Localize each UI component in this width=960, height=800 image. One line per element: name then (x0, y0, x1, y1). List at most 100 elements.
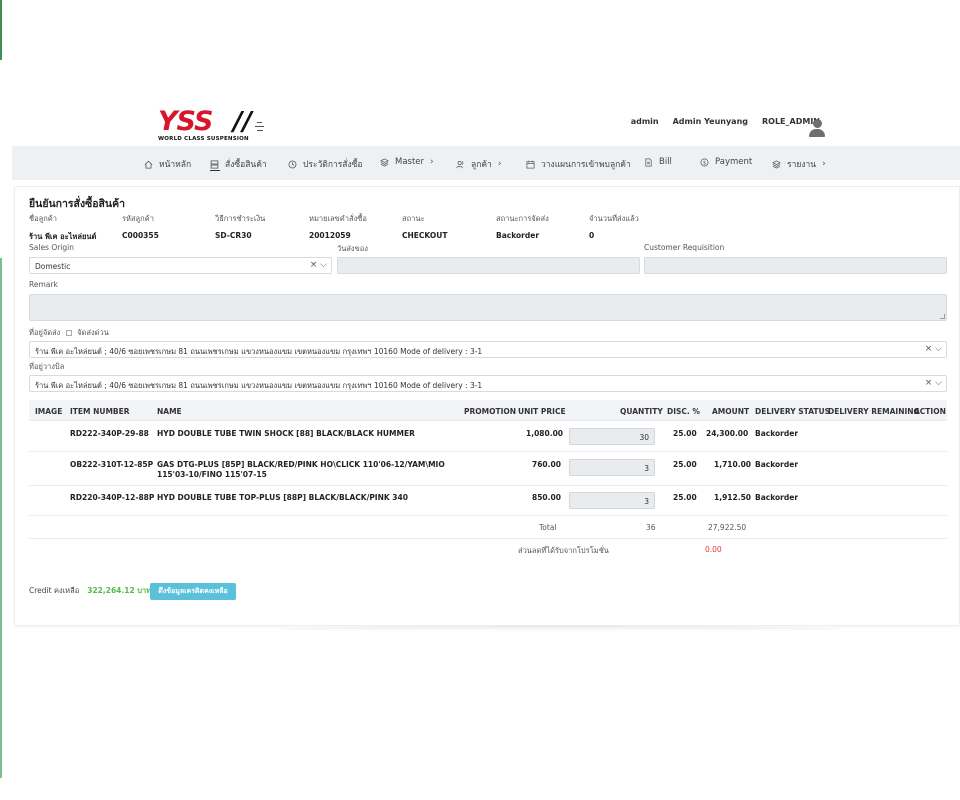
chevron-right-icon: › (430, 157, 434, 167)
sales-origin-label: Sales Origin (29, 243, 75, 252)
clear-and-chevron-down-icon[interactable]: × ⌵ (925, 378, 942, 388)
nav-item-home[interactable]: หน้าหลัก (144, 157, 191, 171)
nav-item-payment[interactable]: $ Payment (700, 157, 752, 167)
info-label: หมายเลขคำสั่งซื้อ (309, 214, 367, 223)
delivery-date-label: วันส่งของ (337, 244, 368, 253)
info-customer-name: ชื่อลูกค้า ร้าน พีเค อะไหล่ยนต์ (29, 213, 96, 243)
nav-label: หน้าหลัก (159, 160, 192, 170)
quantity-input[interactable]: 3 (569, 459, 655, 476)
yss-logo[interactable]: YSS // WORLD CLASS SUSPENSION (158, 107, 254, 144)
clock-icon (288, 160, 297, 168)
col-header-delivery-remaining: DELIVERY REMAINING (828, 407, 920, 416)
credit-remaining: Credit คงเหลือ 322,264.12 บาท (29, 585, 151, 597)
col-header-delivery-status: DELIVERY STATUS (755, 407, 831, 416)
remark-label: Remark (29, 280, 58, 289)
item-name: HYD DOUBLE TUBE TOP-PLUS [88P] BLACK/BLA… (157, 493, 408, 502)
nav-label: ประวัติการสั่งซื้อ (303, 160, 363, 170)
info-label: สถานะ (402, 214, 425, 223)
table-row: RD220-340P-12-88P HYD DOUBLE TUBE TOP-PL… (29, 486, 947, 516)
billing-address-select[interactable]: ร้าน พีเค อะไหล่ยนต์ ; 40/6 ซอยเพชรเกษม … (29, 375, 947, 392)
info-order-number: หมายเลขคำสั่งซื้อ 20012059 (309, 213, 367, 240)
shipping-address-value: ร้าน พีเค อะไหล่ยนต์ ; 40/6 ซอยเพชรเกษม … (35, 347, 483, 356)
svg-text:$: $ (703, 160, 706, 166)
calendar-icon (526, 160, 535, 168)
window-edge-accent (0, 0, 2, 60)
order-icon (210, 159, 219, 169)
nav-label: สั่งซื้อสินค้า (225, 160, 267, 170)
info-delivered-qty: จำนวนที่ส่งแล้ว 0 (589, 213, 639, 240)
info-delivery-status: สถานะการจัดส่ง Backorder (496, 213, 549, 240)
username: admin (630, 117, 659, 126)
user-info: admin Admin Yeunyang ROLE_ADMIN (617, 117, 820, 126)
amount: 1,912.50 (714, 493, 752, 502)
info-value: SD-CR30 (215, 231, 252, 240)
nav-item-order-history[interactable]: ประวัติการสั่งซื้อ (288, 157, 363, 171)
amount: 1,710.00 (714, 460, 752, 469)
fetch-credit-button[interactable]: ดึงข้อมูลเครดิตคงเหลือ (150, 583, 236, 600)
menu-toggle-icon[interactable] (255, 122, 265, 131)
nav-item-order[interactable]: สั่งซื้อสินค้า (210, 157, 267, 171)
table-row: OB222-310T-12-85P GAS DTG-PLUS [85P] BLA… (29, 452, 947, 486)
discount-percent: 25.00 (673, 460, 697, 469)
main-navbar: หน้าหลัก สั่งซื้อสินค้า ประวัติการสั่งซื… (12, 146, 960, 180)
users-icon (456, 160, 464, 168)
info-value: CHECKOUT (402, 231, 448, 240)
table-row: RD222-340P-29-88 HYD DOUBLE TUBE TWIN SH… (29, 421, 947, 452)
col-header-quantity: QUANTITY (620, 407, 663, 416)
nav-label: Bill (659, 157, 672, 167)
shipping-address-select[interactable]: ร้าน พีเค อะไหล่ยนต์ ; 40/6 ซอยเพชรเกษม … (29, 341, 947, 358)
logo-slashes-icon: // (233, 107, 252, 137)
window-edge-accent (0, 258, 2, 778)
info-value: 20012059 (309, 231, 351, 240)
info-payment-method: วิธีการชำระเงิน SD-CR30 (215, 213, 265, 240)
col-header-action: ACTION (914, 407, 946, 416)
delivery-status: Backorder (755, 493, 799, 502)
delivery-status: Backorder (755, 460, 799, 469)
quantity-input[interactable]: 3 (569, 492, 655, 509)
billing-address-label: ที่อยู่วางบิล (29, 362, 65, 371)
customer-requisition-input[interactable] (644, 257, 947, 274)
nav-item-bill[interactable]: Bill (644, 157, 672, 167)
urgent-checkbox[interactable] (65, 330, 72, 336)
item-number: OB222-310T-12-85P (70, 460, 154, 469)
credit-label: Credit คงเหลือ (29, 586, 80, 595)
info-label: ชื่อลูกค้า (29, 214, 57, 223)
total-row: Total 36 27,922.50 (29, 516, 947, 539)
layers-icon (772, 159, 781, 169)
user-avatar-icon[interactable] (809, 119, 825, 137)
remark-textarea[interactable] (29, 294, 947, 321)
quantity-input[interactable]: 30 (569, 428, 655, 445)
customer-requisition-label: Customer Requisition (644, 243, 725, 252)
order-confirm-card: ยืนยันการสั่งซื้อสินค้า ชื่อลูกค้า ร้าน … (14, 186, 960, 626)
col-header-discount: DISC. % (667, 407, 700, 416)
info-label: สถานะการจัดส่ง (496, 214, 549, 223)
page-title: ยืนยันการสั่งซื้อสินค้า (29, 198, 126, 210)
delivery-date-input[interactable] (337, 257, 640, 274)
discount-percent: 25.00 (673, 429, 697, 438)
resize-handle-icon[interactable] (940, 314, 945, 319)
nav-item-customer[interactable]: ลูกค้า › (456, 157, 501, 171)
nav-label: วางแผนการเข้าพบลูกค้า (541, 160, 631, 170)
sales-origin-select[interactable]: Domestic × ⌵ (29, 257, 332, 274)
clear-and-chevron-down-icon[interactable]: × ⌵ (310, 260, 327, 270)
shipping-address-header: ที่อยู่จัดส่ง จัดส่งด่วน (29, 327, 109, 339)
unit-price: 850.00 (532, 493, 561, 502)
nav-item-report[interactable]: รายงาน › (772, 157, 826, 171)
nav-label: ลูกค้า (471, 160, 492, 170)
clear-and-chevron-down-icon[interactable]: × ⌵ (925, 344, 942, 354)
info-customer-code: รหัสลูกค้า C000355 (122, 213, 159, 240)
total-quantity: 36 (646, 523, 656, 532)
user-full-name: Admin Yeunyang (672, 117, 748, 126)
col-header-unit-price: UNIT PRICE (518, 407, 566, 416)
billing-address-value: ร้าน พีเค อะไหล่ยนต์ ; 40/6 ซอยเพชรเกษม … (35, 381, 483, 390)
discount-percent: 25.00 (673, 493, 697, 502)
nav-item-master[interactable]: Master › (380, 157, 434, 167)
info-value: Backorder (496, 231, 540, 240)
info-value: 0 (589, 231, 595, 240)
nav-item-visit-plan[interactable]: วางแผนการเข้าพบลูกค้า (526, 157, 631, 171)
nav-label: Payment (715, 157, 753, 167)
unit-price: 760.00 (532, 460, 561, 469)
card-shadow (280, 626, 840, 632)
layers-icon (380, 157, 389, 167)
col-header-amount: AMOUNT (712, 407, 750, 416)
